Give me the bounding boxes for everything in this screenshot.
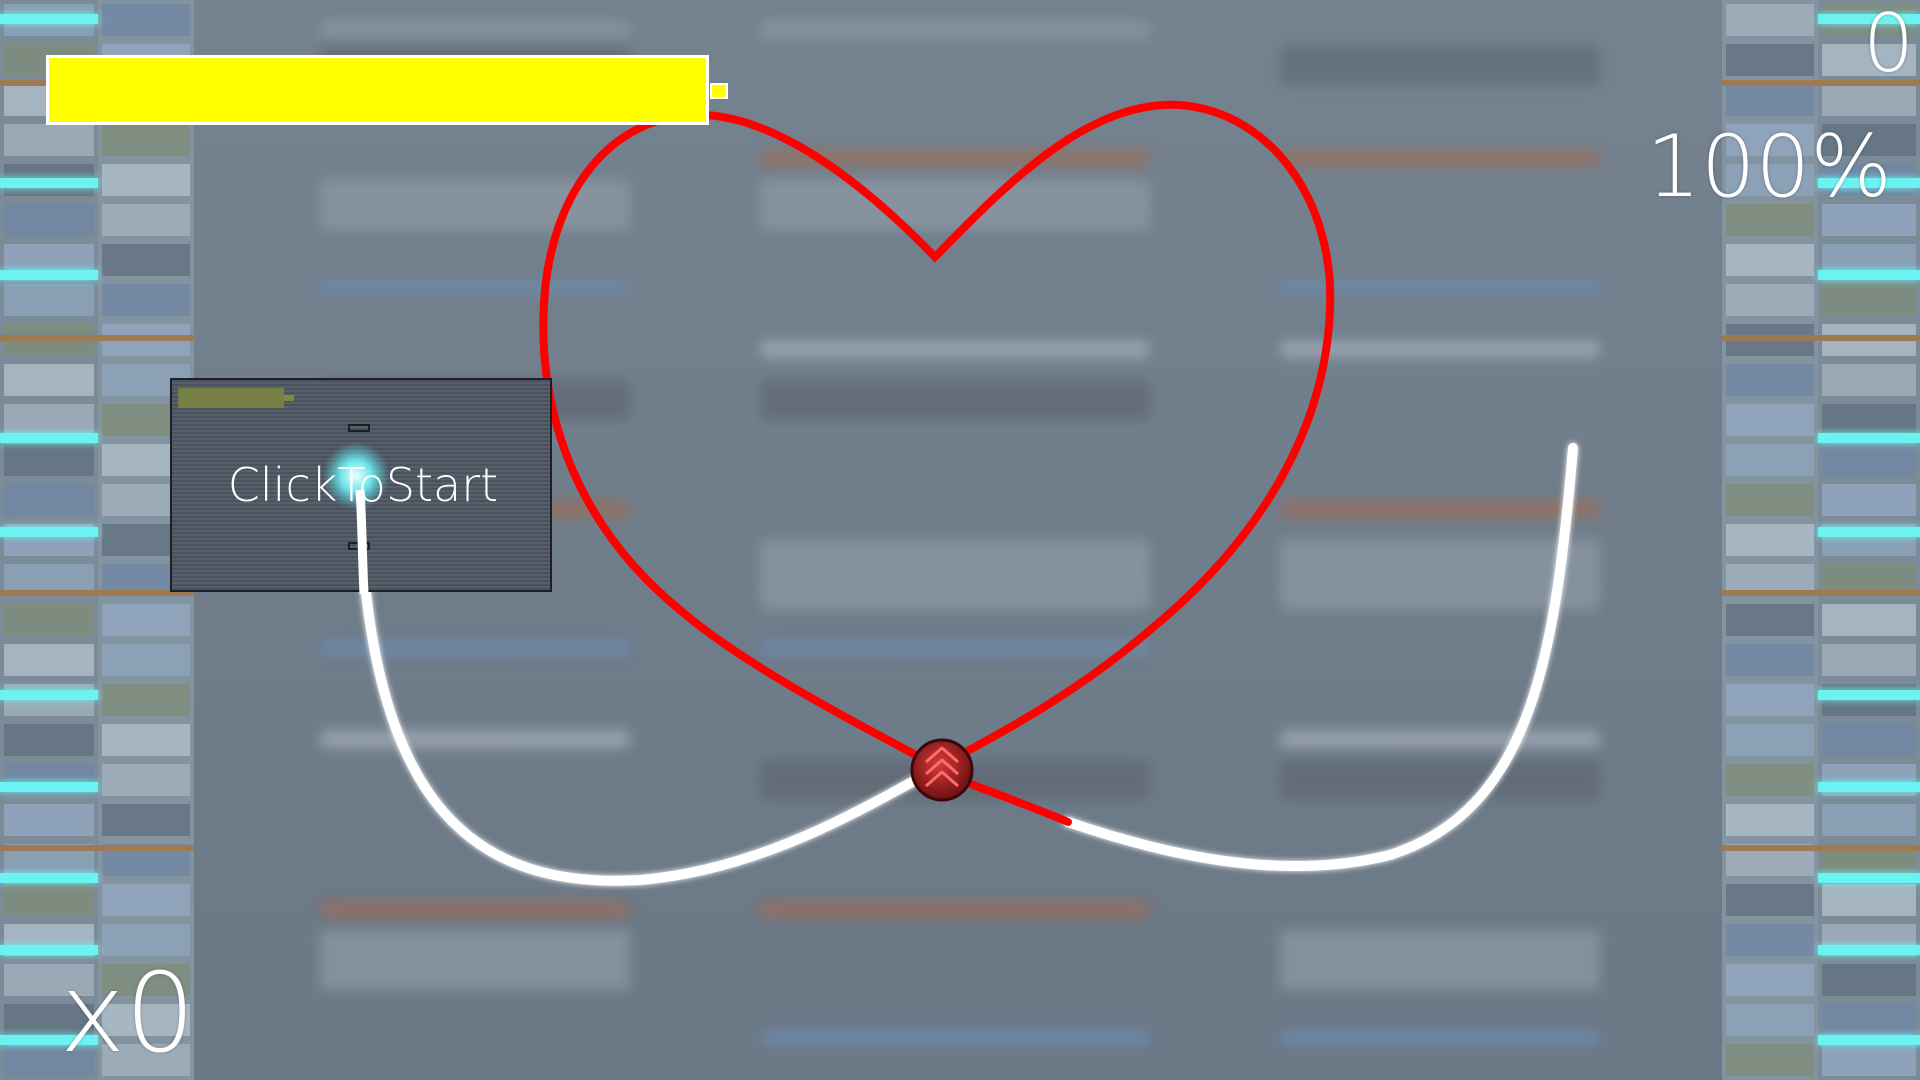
combo-counter: x0 [60,949,196,1077]
health-bar-tip [710,83,728,99]
click-to-start-panel[interactable]: ClickToStart [170,378,552,594]
red-heart-path [539,100,1335,772]
player-orb [910,738,974,802]
game-stage[interactable]: 0 100% x0 ClickToStart [0,0,1920,1080]
red-tail-path [956,776,1072,826]
click-to-start-label: ClickToStart [227,458,499,512]
accuracy-percent: 100% [1646,117,1892,217]
score-counter: 0 [1863,0,1914,90]
health-bar [46,55,709,125]
